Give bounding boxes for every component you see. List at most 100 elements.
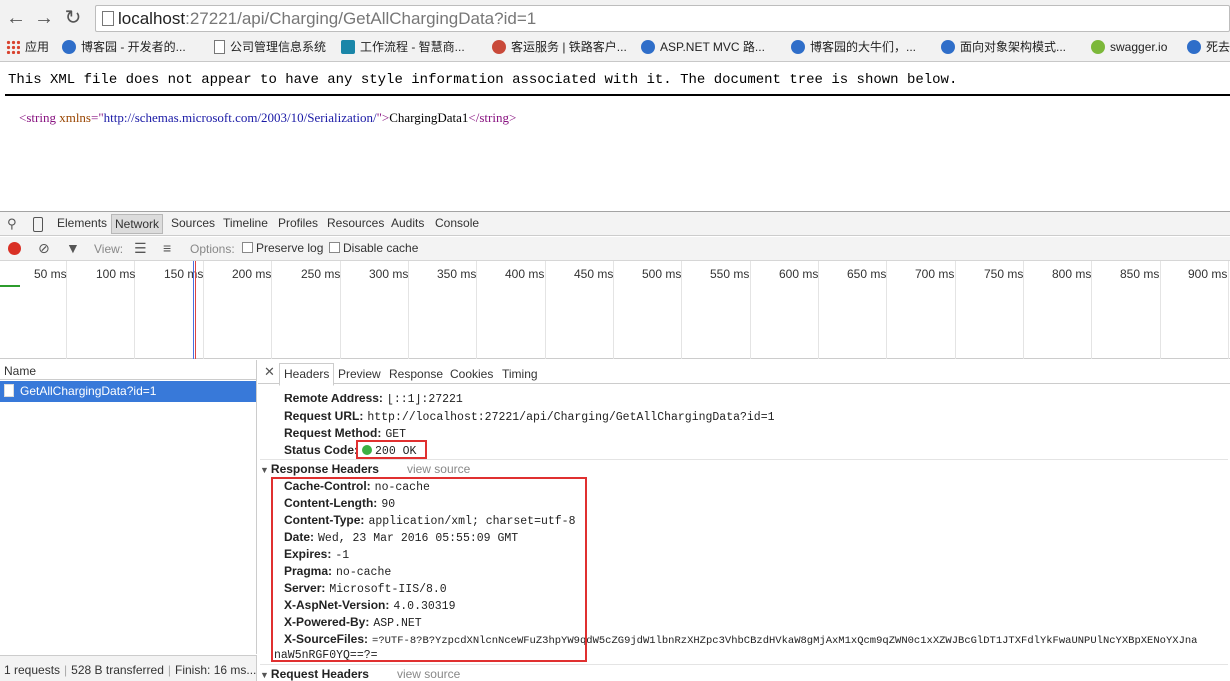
tick-label: 500 ms — [642, 267, 682, 281]
tick-label: 100 ms — [96, 267, 136, 281]
back-arrow-icon[interactable]: ← — [4, 6, 28, 30]
checkbox-box — [329, 242, 340, 253]
url-host: localhost — [118, 9, 186, 28]
tab-headers[interactable]: Headers — [279, 363, 335, 386]
bookmark-railway[interactable]: 客运服务 | 铁路客户... — [492, 38, 627, 56]
clear-icon[interactable]: ⊘ — [38, 241, 50, 256]
load-event-marker — [195, 261, 196, 359]
network-toolbar: ⊘ ▼ View: ☰ ≡ Options: Preserve log Disa… — [0, 237, 1230, 261]
request-detail-panel: ✕ Headers Preview Response Cookies Timin… — [258, 360, 1230, 681]
bookmark-cnblogs[interactable]: 博客园 - 开发者的... — [62, 38, 186, 56]
request-bar — [0, 285, 20, 287]
url-path: :27221/api/Charging/GetAllChargingData?i… — [185, 9, 537, 28]
checkbox-box — [242, 242, 253, 253]
request-row[interactable]: GetAllChargingData?id=1 — [0, 381, 256, 402]
list-view-icon[interactable]: ☰ — [134, 241, 147, 256]
address-bar[interactable]: localhost:27221/api/Charging/GetAllCharg… — [95, 5, 1230, 32]
tick-label: 750 ms — [984, 267, 1024, 281]
expand-triangle-icon: ▼ — [260, 465, 269, 475]
tick-label: 900 ms — [1188, 267, 1228, 281]
request-headers-section[interactable]: ▼ Request Headers view source — [260, 664, 1228, 681]
tab-preview[interactable]: Preview — [338, 367, 381, 381]
view-source-link[interactable]: view source — [407, 462, 470, 476]
device-mode-icon[interactable] — [33, 217, 43, 232]
address-url[interactable]: localhost:27221/api/Charging/GetAllCharg… — [118, 9, 536, 29]
search-icon[interactable]: ⚲ — [7, 217, 21, 231]
tick-label: 700 ms — [915, 267, 955, 281]
tick-label: 300 ms — [369, 267, 409, 281]
preserve-log-checkbox[interactable]: Preserve log — [242, 241, 323, 255]
bookmark-company-mis[interactable]: 公司管理信息系统 — [214, 38, 326, 56]
xml-style-notice: This XML file does not appear to have an… — [8, 72, 958, 88]
close-icon[interactable]: ✕ — [264, 364, 275, 380]
highlight-status-code — [356, 440, 427, 459]
cnblogs-icon — [1187, 40, 1201, 54]
bookmark-last[interactable]: 死去 — [1187, 38, 1230, 56]
apps-grid-icon — [6, 40, 20, 54]
cnblogs-icon — [62, 40, 76, 54]
cnblogs-icon — [641, 40, 655, 54]
tab-console[interactable]: Console — [435, 216, 479, 230]
header-request-url: Request URL: http://localhost:27221/api/C… — [284, 409, 775, 424]
filter-icon[interactable]: ▼ — [66, 241, 80, 256]
view-source-link[interactable]: view source — [397, 667, 460, 681]
options-label: Options: — [190, 242, 235, 256]
file-icon — [4, 384, 14, 397]
view-label: View: — [94, 242, 124, 256]
page-icon — [102, 11, 114, 26]
xml-document-tree: <string xmlns="http://schemas.microsoft.… — [19, 110, 517, 125]
tab-timing[interactable]: Timing — [502, 367, 538, 381]
tab-audits[interactable]: Audits — [391, 216, 424, 230]
bookmark-swagger[interactable]: swagger.io — [1091, 38, 1167, 56]
railway-icon — [492, 40, 506, 54]
tab-sources[interactable]: Sources — [171, 216, 215, 230]
swagger-icon — [1091, 40, 1105, 54]
browser-toolbar: ← → ↻ localhost:27221/api/Charging/GetAl… — [0, 0, 1230, 62]
document-icon — [214, 40, 225, 54]
tab-timeline[interactable]: Timeline — [223, 216, 268, 230]
tick-label: 400 ms — [505, 267, 545, 281]
tab-cookies[interactable]: Cookies — [450, 367, 493, 381]
tab-elements[interactable]: Elements — [57, 216, 107, 230]
network-timeline-overview[interactable]: 50 ms 100 ms 150 ms 200 ms 250 ms 300 ms… — [0, 261, 1230, 359]
bookmark-oo-architecture[interactable]: 面向对象架构模式... — [941, 38, 1066, 56]
bookmark-workflow[interactable]: 工作流程 - 智慧商... — [341, 38, 465, 56]
bookmark-apps[interactable]: 应用 — [6, 38, 49, 56]
response-headers-section[interactable]: ▼ Response Headers view source — [260, 459, 1228, 476]
bookmarks-bar: 应用 博客园 - 开发者的... 公司管理信息系统 工作流程 - 智慧商... … — [0, 36, 1230, 58]
reload-icon[interactable]: ↻ — [61, 6, 85, 30]
bookmark-aspnet-mvc[interactable]: ASP.NET MVC 路... — [641, 38, 765, 56]
cnblogs-icon — [941, 40, 955, 54]
tick-label: 450 ms — [574, 267, 614, 281]
detail-tab-bar: ✕ Headers Preview Response Cookies Timin… — [258, 360, 1230, 386]
tick-label: 550 ms — [710, 267, 750, 281]
tick-label: 800 ms — [1052, 267, 1092, 281]
forward-arrow-icon[interactable]: → — [32, 6, 56, 30]
xml-divider — [5, 94, 1230, 96]
tab-response[interactable]: Response — [389, 367, 443, 381]
tick-label: 250 ms — [301, 267, 341, 281]
tab-profiles[interactable]: Profiles — [278, 216, 318, 230]
tab-network[interactable]: Network — [111, 214, 164, 234]
expand-triangle-icon: ▼ — [260, 670, 269, 680]
request-list: Name GetAllChargingData?id=1 — [0, 360, 257, 654]
tick-label: 350 ms — [437, 267, 477, 281]
devtools-tab-bar: ⚲ Elements Network Sources Timeline Prof… — [0, 212, 1230, 236]
tick-label: 850 ms — [1120, 267, 1160, 281]
name-column-header[interactable]: Name — [0, 360, 257, 380]
cnblogs-icon — [791, 40, 805, 54]
tick-label: 650 ms — [847, 267, 887, 281]
disable-cache-checkbox[interactable]: Disable cache — [329, 241, 418, 255]
tick-label: 200 ms — [232, 267, 272, 281]
tick-label: 600 ms — [779, 267, 819, 281]
bookmark-cnblogs-experts[interactable]: 博客园的大牛们，... — [791, 38, 916, 56]
tick-label: 150 ms — [164, 267, 204, 281]
highlight-response-headers — [271, 477, 587, 662]
header-request-method: Request Method: GET — [284, 426, 407, 441]
network-summary: 1 requests | 528 B transferred | Finish: 16 … — [0, 655, 257, 681]
dom-content-loaded-marker — [193, 261, 194, 359]
waterfall-view-icon[interactable]: ≡ — [163, 241, 171, 256]
record-icon[interactable] — [8, 242, 21, 255]
tab-resources[interactable]: Resources — [327, 216, 384, 230]
devtools-panel: ⚲ Elements Network Sources Timeline Prof… — [0, 211, 1230, 681]
